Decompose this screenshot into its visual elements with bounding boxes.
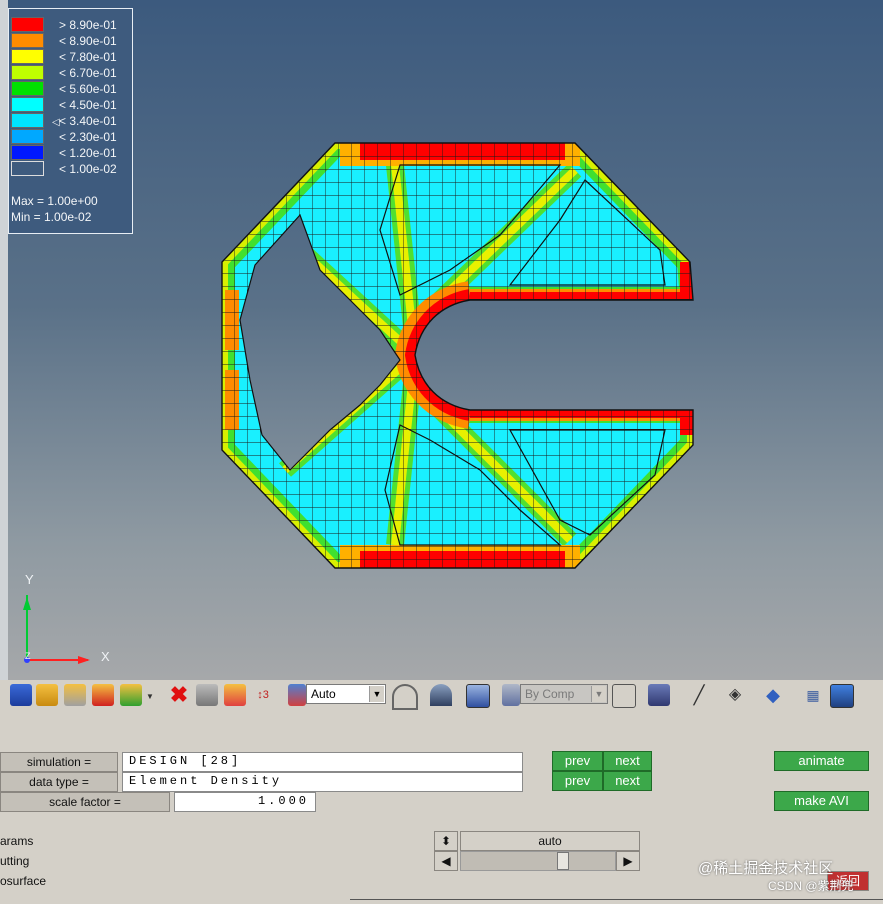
legend-label: < 6.70e-01	[59, 66, 117, 80]
auto-button[interactable]: auto	[460, 831, 640, 851]
animate-button[interactable]: animate	[774, 751, 869, 771]
legend-swatch	[11, 161, 44, 176]
legend-label: < 4.50e-01	[59, 98, 117, 112]
curve-icon[interactable]	[392, 684, 418, 710]
delete-icon[interactable]: ✖	[168, 684, 190, 706]
folder-mesh-icon[interactable]	[64, 684, 86, 706]
isosurface-label[interactable]: osurface	[0, 874, 46, 888]
comp-color-icon[interactable]	[502, 684, 520, 706]
simulation-prev-button[interactable]: prev	[552, 751, 603, 771]
density-contour-model[interactable]	[8, 0, 883, 680]
contour-legend: > 8.90e-01 < 8.90e-01 < 7.80e-01 < 6.70e…	[8, 8, 133, 234]
legend-swatch	[11, 113, 44, 128]
folder-red-icon[interactable]	[224, 684, 246, 706]
datatype-next-button[interactable]: next	[603, 771, 652, 791]
legend-label: > 8.90e-01	[59, 18, 117, 32]
color-by-value: By Comp	[525, 687, 575, 701]
y-axis-label: Y	[25, 572, 34, 587]
params-label[interactable]: arams	[0, 834, 33, 848]
renumber-icon[interactable]: ↕3	[252, 684, 274, 706]
z-axis-label: Z	[25, 651, 31, 661]
watermark-line1: @稀土掘金技术社区	[698, 860, 834, 877]
legend-swatch	[11, 145, 44, 160]
axis-triad	[23, 595, 90, 664]
layers-icon[interactable]	[196, 684, 218, 706]
slider-left-icon[interactable]: ◀	[434, 851, 458, 871]
legend-label: < 1.20e-01	[59, 146, 117, 160]
slider-thumb[interactable]	[557, 852, 569, 870]
datatype-prev-button[interactable]: prev	[552, 771, 603, 791]
legend-swatch	[11, 97, 44, 112]
chevron-down-icon[interactable]: ▼	[591, 686, 606, 702]
legend-label: < 2.30e-01	[59, 130, 117, 144]
legend-min: Min = 1.00e-02	[11, 210, 92, 224]
surface-icon[interactable]	[430, 684, 452, 706]
monitor-icon[interactable]	[830, 684, 854, 708]
shaded-cube-icon[interactable]	[466, 684, 490, 708]
scale-factor-label: scale factor =	[0, 792, 170, 812]
simulation-field[interactable]: DESIGN [28]	[122, 752, 523, 772]
legend-label: < 8.90e-01	[59, 34, 117, 48]
legend-swatch	[11, 81, 44, 96]
wireframe-cube-icon[interactable]	[612, 684, 636, 708]
cube-icon[interactable]	[10, 684, 32, 706]
legend-label: < 3.40e-01	[59, 114, 117, 128]
status-bar-edge	[350, 899, 883, 904]
legend-swatch	[11, 65, 44, 80]
folder-green-icon[interactable]	[120, 684, 142, 706]
legend-label: < 5.60e-01	[59, 82, 117, 96]
folder-icon[interactable]	[36, 684, 58, 706]
cutting-label[interactable]: utting	[0, 854, 29, 868]
value-slider-track[interactable]	[460, 851, 616, 871]
make-avi-button[interactable]: make AVI	[774, 791, 869, 811]
solid-mesh-cube-icon[interactable]	[648, 684, 670, 706]
line-icon[interactable]: ╱	[688, 684, 710, 706]
display-mode-select[interactable]: Auto ▼	[306, 684, 386, 704]
chevron-down-icon[interactable]: ▼	[146, 692, 154, 701]
x-axis-label: X	[101, 649, 110, 664]
chevron-down-icon[interactable]: ▼	[369, 686, 384, 702]
legend-swatch	[11, 17, 44, 32]
scale-factor-input[interactable]: 1.000	[174, 792, 316, 812]
import-icon[interactable]	[92, 684, 114, 706]
color-mode-icon[interactable]	[288, 684, 306, 706]
legend-swatch	[11, 33, 44, 48]
plane-icon[interactable]: ◈	[724, 684, 746, 706]
legend-swatch	[11, 129, 44, 144]
legend-swatch	[11, 49, 44, 64]
legend-label: < 7.80e-01	[59, 50, 117, 64]
legend-max: Max = 1.00e+00	[11, 194, 98, 208]
watermark-line2: CSDN @紫荆兜	[768, 879, 854, 893]
data-type-field[interactable]: Element Density	[122, 772, 523, 792]
legend-pointer-icon: ◁	[52, 117, 60, 128]
layer-stack-icon[interactable]: ◆	[762, 684, 784, 706]
slider-right-icon[interactable]: ▶	[616, 851, 640, 871]
graphics-viewport[interactable]	[8, 0, 883, 680]
data-type-selector-button[interactable]: data type =	[0, 772, 118, 792]
simulation-selector-button[interactable]: simulation =	[0, 752, 118, 772]
simulation-next-button[interactable]: next	[603, 751, 652, 771]
pane-layout-icon[interactable]: ▦	[802, 684, 824, 706]
color-by-select[interactable]: By Comp ▼	[520, 684, 608, 704]
legend-label: < 1.00e-02	[59, 162, 117, 176]
up-down-arrow-icon[interactable]: ⬍	[434, 831, 458, 851]
display-mode-value: Auto	[311, 687, 336, 701]
viewport-left-strip	[0, 0, 8, 680]
